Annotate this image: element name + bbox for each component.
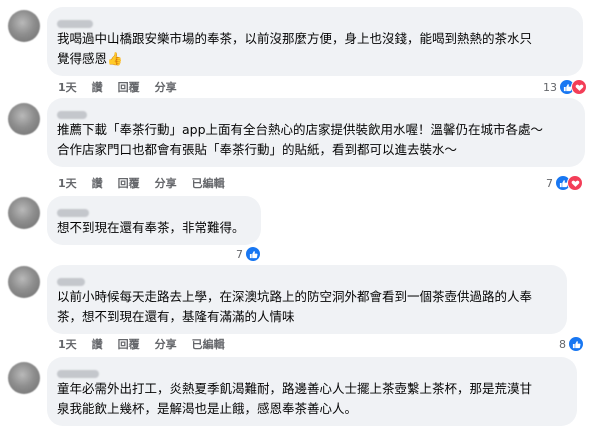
timestamp[interactable]: 1天: [58, 175, 77, 191]
like-icon: [245, 246, 261, 262]
reaction-summary[interactable]: 13: [543, 78, 587, 96]
avatar[interactable]: [8, 103, 40, 135]
like-button[interactable]: 讚: [92, 336, 103, 352]
reaction-count: 7: [546, 176, 553, 190]
reply-button[interactable]: 回覆: [118, 79, 140, 95]
author-name-blurred[interactable]: [57, 202, 249, 217]
comment-bubble: 以前小時候每天走路去上學，在深澳坑路上的防空洞外都會看到一個茶壺供過路的人奉 茶…: [47, 265, 567, 334]
reaction-count: 13: [543, 80, 557, 94]
author-name-blurred[interactable]: [57, 104, 573, 119]
reaction-count: 8: [559, 337, 566, 351]
comment-bubble: 童年必需外出打工，炎熱夏季飢渴難耐，路邊善心人士擺上茶壺繫上茶杯，那是荒漠甘 泉…: [47, 357, 577, 426]
author-name-blurred[interactable]: [57, 271, 555, 286]
share-button[interactable]: 分享: [155, 175, 177, 191]
avatar[interactable]: [8, 362, 40, 394]
reaction-count: 7: [236, 247, 243, 261]
comment-text: 想不到現在還有奉茶，非常難得。: [57, 220, 245, 235]
reply-button[interactable]: 回覆: [118, 175, 140, 191]
like-button[interactable]: 讚: [92, 175, 103, 191]
timestamp[interactable]: 1天: [58, 336, 77, 352]
comment-actions: 1天 讚 回覆 分享: [58, 79, 177, 95]
author-name-blurred[interactable]: [57, 13, 571, 28]
comment-bubble: 想不到現在還有奉茶，非常難得。: [47, 196, 261, 245]
reaction-summary[interactable]: 7: [546, 174, 583, 192]
edited-label: 已編輯: [191, 338, 225, 351]
comment-bubble: 我喝過中山橋跟安樂市場的奉茶，以前沒那麼方便，身上也沒錢，能喝到熱熱的茶水只 覺…: [47, 7, 583, 76]
comment-actions: 1天 讚 回覆 分享 已編輯: [58, 336, 225, 352]
comment-actions: 1天 讚 回覆 分享 已編輯: [58, 175, 225, 191]
reply-button[interactable]: 回覆: [118, 336, 140, 352]
comment-text: 推薦下載「奉茶行動」app上面有全台熱心的店家提供裝飲用水喔！溫馨仍在城市各處～…: [57, 122, 544, 157]
reaction-summary[interactable]: 7: [236, 245, 261, 263]
share-button[interactable]: 分享: [155, 336, 177, 352]
love-icon: [567, 175, 583, 191]
comment-bubble: 推薦下載「奉茶行動」app上面有全台熱心的店家提供裝飲用水喔！溫馨仍在城市各處～…: [47, 98, 585, 167]
love-icon: [571, 79, 587, 95]
like-icon: [568, 336, 584, 352]
avatar[interactable]: [8, 266, 40, 298]
comment-text: 以前小時候每天走路去上學，在深澳坑路上的防空洞外都會看到一個茶壺供過路的人奉 茶…: [57, 289, 533, 324]
avatar[interactable]: [8, 197, 40, 229]
like-button[interactable]: 讚: [92, 79, 103, 95]
avatar[interactable]: [8, 10, 40, 42]
comment-text: 我喝過中山橋跟安樂市場的奉茶，以前沒那麼方便，身上也沒錢，能喝到熱熱的茶水只 覺…: [57, 31, 533, 66]
timestamp[interactable]: 1天: [58, 79, 77, 95]
share-button[interactable]: 分享: [155, 79, 177, 95]
edited-label: 已編輯: [191, 177, 225, 190]
comment-text: 童年必需外出打工，炎熱夏季飢渴難耐，路邊善心人士擺上茶壺繫上茶杯，那是荒漠甘 泉…: [57, 381, 533, 416]
author-name-blurred[interactable]: [57, 363, 565, 378]
reaction-summary[interactable]: 8: [559, 335, 584, 353]
